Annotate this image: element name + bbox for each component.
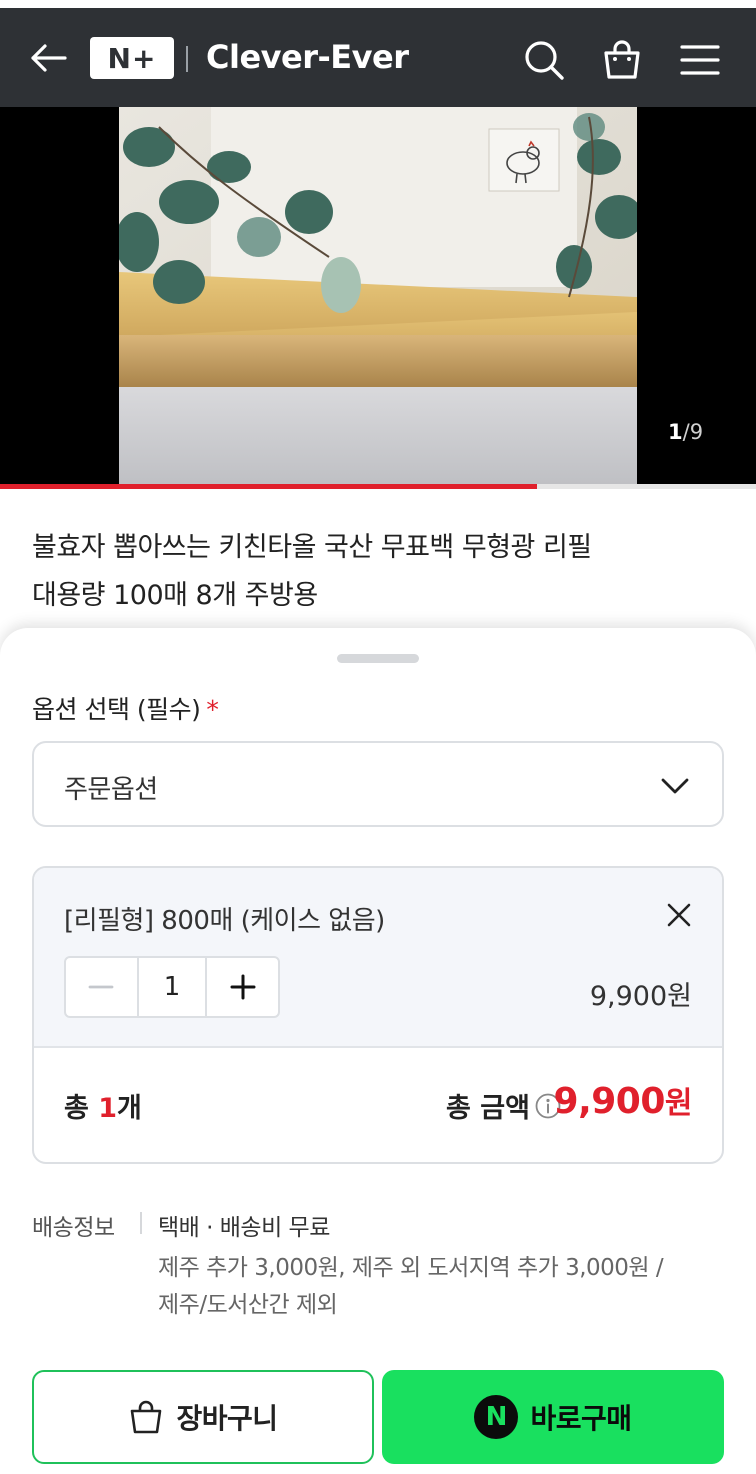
- shopping-bag-icon: [131, 1400, 162, 1434]
- selected-option-price: 9,900원: [589, 981, 692, 1012]
- increase-quantity-button[interactable]: [207, 958, 278, 1016]
- shipping-method: 택배 · 배송비 무료: [158, 1215, 330, 1241]
- total-amount-label: 총 금액: [446, 1093, 530, 1124]
- hamburger-menu-icon: [680, 45, 720, 75]
- chevron-down-icon: [661, 778, 689, 794]
- quantity-stepper: 1: [64, 956, 280, 1018]
- close-icon: [667, 903, 691, 927]
- buy-now-button[interactable]: N 바로구매: [382, 1370, 724, 1464]
- minus-icon: [88, 985, 114, 989]
- image-counter-total: 9: [689, 420, 704, 444]
- product-photo-illustration: [119, 107, 637, 484]
- selected-option-name: [리필형] 800매 (케이스 없음): [64, 906, 385, 936]
- shipping-note-line2: 제주/도서산간 제외: [158, 1292, 338, 1318]
- shopping-bag-icon: [604, 40, 640, 79]
- gallery-progress-track: [0, 484, 756, 489]
- search-icon: [525, 41, 564, 80]
- gallery-progress-fill: [0, 484, 537, 489]
- image-counter: 1/9: [668, 420, 703, 444]
- shipping-note: 제주 추가 3,000원, 제주 외 도서지역 추가 3,000원 / 제주/도…: [158, 1250, 718, 1324]
- total-amount-unit: 원: [664, 1086, 693, 1121]
- quantity-value[interactable]: 1: [136, 958, 208, 1016]
- required-mark: *: [206, 695, 219, 724]
- plus-icon: [230, 974, 256, 1000]
- total-amount: 9,900원: [553, 1078, 693, 1122]
- decrease-quantity-button[interactable]: [66, 958, 137, 1016]
- shipping-note-line1: 제주 추가 3,000원, 제주 외 도서지역 추가 3,000원 /: [158, 1255, 664, 1281]
- search-button[interactable]: [522, 38, 566, 82]
- product-title: 불효자 뽑아쓰는 키친타올 국산 무표백 무형광 리필 대용량 100매 8개 …: [32, 524, 722, 620]
- remove-option-button[interactable]: [662, 898, 696, 932]
- total-amount-value: 9,900: [553, 1081, 666, 1122]
- total-count-prefix: 총: [64, 1093, 99, 1124]
- menu-button[interactable]: [678, 38, 722, 82]
- option-label-text: 옵션 선택 (필수): [32, 695, 201, 724]
- back-button[interactable]: [26, 40, 70, 76]
- shipping-info-label: 배송정보: [32, 1215, 115, 1241]
- buy-now-label: 바로구매: [530, 1402, 632, 1435]
- status-strip: [0, 0, 756, 8]
- selected-option-box: [리필형] 800매 (케이스 없음) 1 9,900원 총 1개 총 금액 9…: [32, 866, 724, 1164]
- product-title-line2: 대용량 100매 8개 주방용: [32, 580, 318, 611]
- top-navigation-bar: N+ Clever-Ever: [0, 8, 756, 107]
- total-count-value: 1: [98, 1093, 118, 1124]
- image-counter-separator: /: [682, 420, 690, 444]
- logo-divider: [186, 46, 188, 72]
- selected-option-row: [리필형] 800매 (케이스 없음) 1 9,900원: [34, 868, 722, 1048]
- sheet-drag-handle[interactable]: [337, 654, 419, 663]
- shopping-bag-button[interactable]: [600, 38, 644, 82]
- product-photo: [119, 107, 637, 484]
- store-name[interactable]: Clever-Ever: [206, 38, 409, 76]
- option-dropdown-value: 주문옵션: [64, 775, 158, 805]
- product-title-line1: 불효자 뽑아쓰는 키친타올 국산 무표백 무형광 리필: [32, 532, 592, 563]
- total-count-suffix: 개: [117, 1093, 142, 1124]
- naver-plus-logo[interactable]: N+: [90, 37, 174, 79]
- shipping-divider: [140, 1212, 142, 1234]
- product-image-gallery[interactable]: 1/9: [0, 107, 756, 484]
- option-dropdown[interactable]: 주문옵션: [32, 741, 724, 827]
- add-to-cart-label: 장바구니: [176, 1402, 278, 1435]
- option-section-label: 옵션 선택 (필수) *: [32, 690, 219, 726]
- back-arrow-icon: [31, 44, 67, 72]
- naver-pay-icon: N: [474, 1395, 519, 1439]
- image-counter-current: 1: [668, 420, 683, 444]
- add-to-cart-button[interactable]: 장바구니: [32, 1370, 374, 1464]
- purchase-bottom-sheet: 옵션 선택 (필수)* 주문옵션 [리필형] 800매 (케이스 없음) 1: [0, 628, 756, 1474]
- total-quantity: 총 1개: [64, 1086, 142, 1125]
